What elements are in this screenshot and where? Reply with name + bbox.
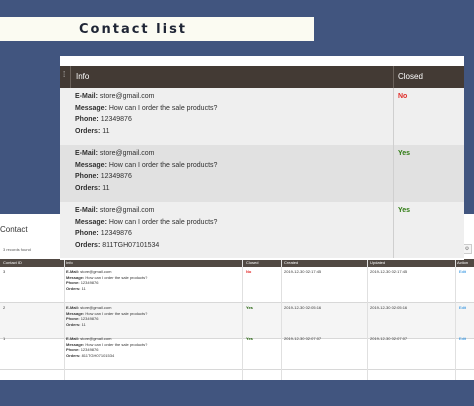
select-all-icon[interactable]: ⁞ [63, 70, 65, 79]
orders-value: 811TGH07101534 [102, 241, 160, 249]
contact-info: E-Mail: store@gmail.com Message: How can… [75, 150, 218, 192]
edit-link[interactable]: Edit [459, 269, 466, 274]
phone-value: 12349876 [100, 173, 132, 180]
column-divider [281, 259, 282, 380]
col-created[interactable]: Created [284, 260, 298, 265]
cell-created: 2019-12-30 02:05:16 [284, 305, 322, 310]
closed-status: Yes [398, 207, 411, 214]
col-closed[interactable]: Closed [246, 260, 258, 265]
email-value: store@gmail.com [99, 207, 155, 214]
cell-id: 2 [3, 305, 6, 310]
cell-closed: Yes [246, 336, 253, 341]
page-title-banner: Contact list [0, 17, 314, 41]
message-value: How can I order the sale products? [108, 161, 218, 169]
records-found: 3 records found [3, 247, 31, 252]
orders-value: 11 [102, 127, 110, 135]
table-row[interactable]: 1 E-Mail: store@gmail.com Message: How c… [0, 334, 474, 370]
list-item[interactable]: E-Mail: store@gmail.com Message: How can… [60, 202, 464, 258]
cell-updated: 2019-12-30 02:07:07 [370, 336, 408, 341]
admin-grid-header: Contact ID Info Closed Created Updated A… [0, 259, 474, 267]
edit-link[interactable]: Edit [459, 336, 466, 341]
cell-closed: Yes [246, 305, 253, 310]
cell-id: 1 [3, 336, 6, 341]
cell-id: 3 [3, 269, 6, 274]
cell-info: E-Mail: store@gmail.com Message: How can… [66, 269, 148, 291]
column-divider [367, 259, 368, 380]
cell-updated: 2019-12-30 02:05:16 [370, 305, 408, 310]
cell-created: 2019-12-30 02:17:45 [284, 269, 322, 274]
list-header: ⁞ Info Closed [60, 66, 464, 88]
col-info[interactable]: Info [66, 260, 73, 265]
cell-info: E-Mail: store@gmail.com Message: How can… [66, 336, 148, 358]
col-closed-header[interactable]: Closed [398, 72, 423, 81]
column-divider [70, 66, 71, 88]
column-divider [393, 202, 394, 258]
email-value: store@gmail.com [99, 150, 155, 157]
col-contact-id[interactable]: Contact ID [3, 260, 22, 265]
message-value: How can I order the sale products? [108, 218, 218, 226]
bottom-background [0, 380, 474, 406]
contact-info: E-Mail: store@gmail.com Message: How can… [75, 207, 218, 249]
column-divider [393, 66, 394, 88]
cell-updated: 2019-12-30 02:17:45 [370, 269, 408, 274]
edit-link[interactable]: Edit [459, 305, 466, 310]
phone-value: 12349876 [100, 116, 132, 123]
admin-page-title: Contact [0, 225, 28, 234]
cell-info: E-Mail: store@gmail.com Message: How can… [66, 305, 148, 327]
cell-closed: No [246, 269, 252, 274]
cell-created: 2019-12-30 02:07:07 [284, 336, 322, 341]
phone-value: 12349876 [100, 230, 132, 237]
column-divider [393, 145, 394, 202]
col-info-header[interactable]: Info [76, 72, 89, 81]
closed-status: Yes [398, 150, 411, 157]
contact-list-panel: ⁞ Info Closed E-Mail: store@gmail.com Me… [60, 56, 464, 260]
list-item[interactable]: E-Mail: store@gmail.com Message: How can… [60, 88, 464, 145]
email-value: store@gmail.com [99, 93, 155, 100]
table-row[interactable]: 3 E-Mail: store@gmail.com Message: How c… [0, 267, 474, 303]
column-divider [242, 259, 243, 380]
column-divider [455, 259, 456, 380]
list-item[interactable]: E-Mail: store@gmail.com Message: How can… [60, 145, 464, 202]
column-divider [393, 88, 394, 145]
message-value: How can I order the sale products? [108, 104, 218, 112]
col-action[interactable]: Action [457, 260, 468, 265]
closed-status: No [398, 93, 408, 100]
col-updated[interactable]: Updated [370, 260, 385, 265]
contact-info: E-Mail: store@gmail.com Message: How can… [75, 93, 218, 135]
page-title: Contact list [79, 21, 188, 37]
orders-value: 11 [102, 184, 110, 192]
column-divider [64, 259, 65, 380]
